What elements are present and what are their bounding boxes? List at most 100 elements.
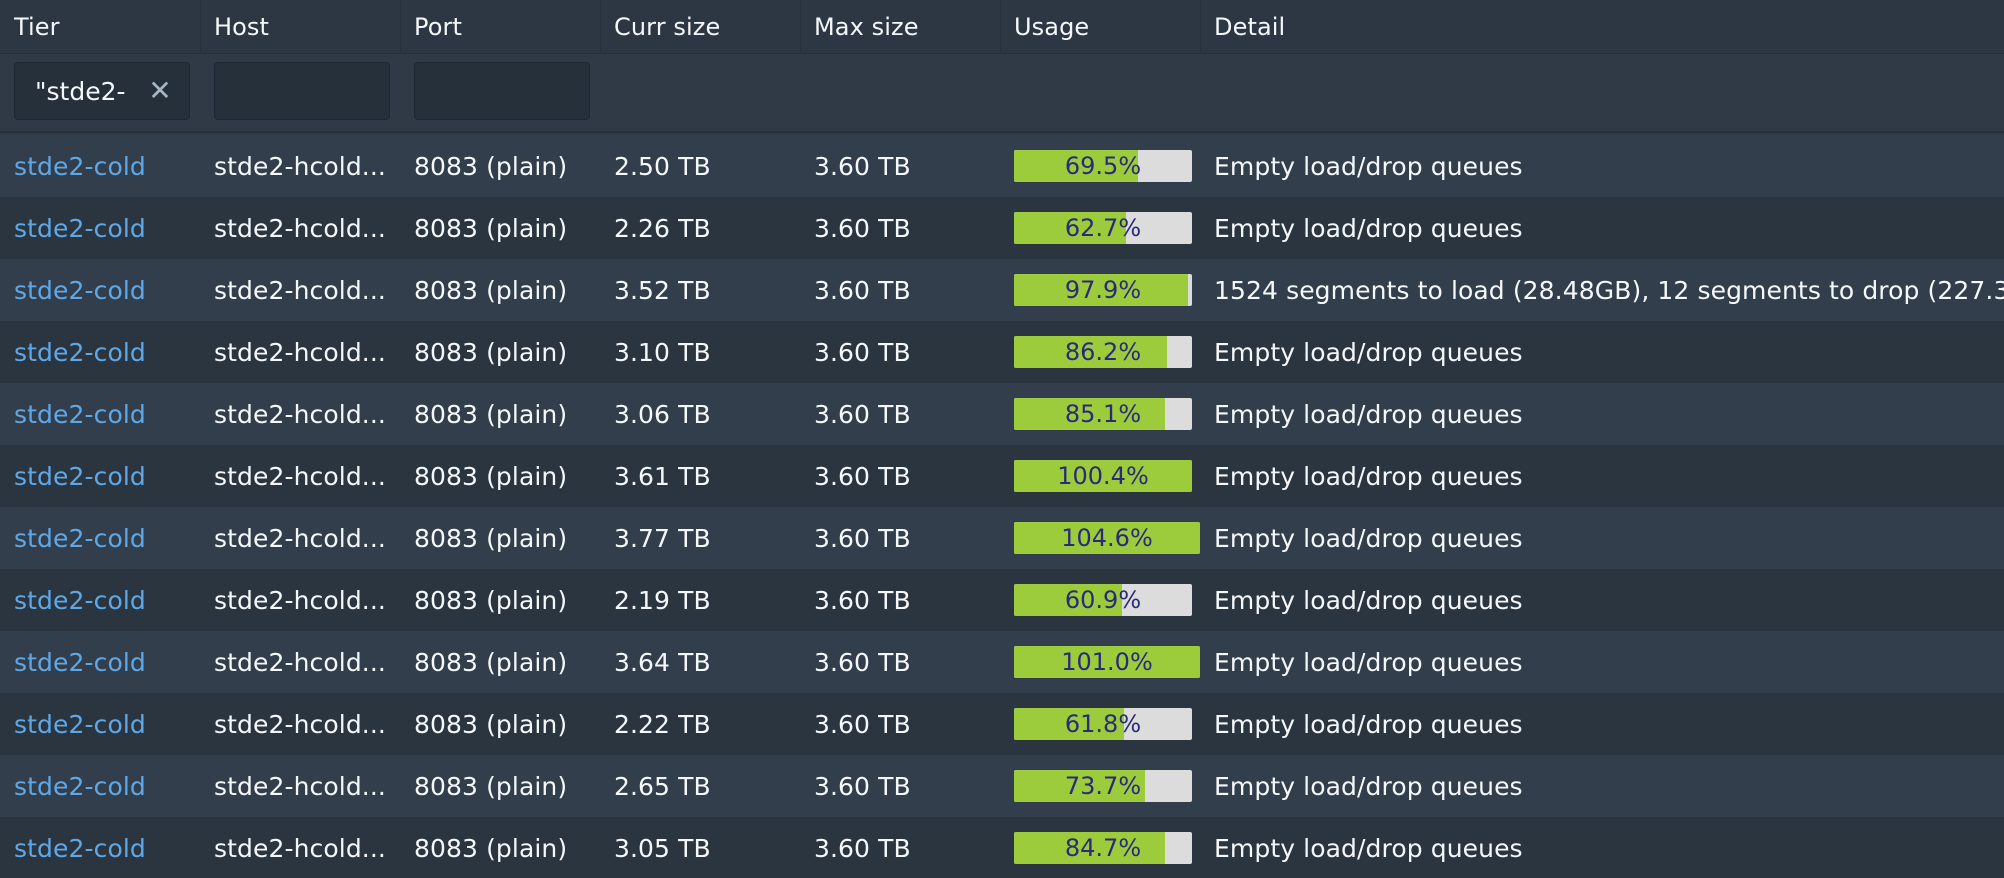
curr-size-cell-text: 2.22 TB <box>614 709 711 739</box>
port-cell: 8083 (plain) <box>414 197 600 259</box>
usage-bar: 69.5% <box>1014 150 1192 182</box>
tier-link[interactable]: stde2-cold <box>14 259 200 321</box>
column-resizer[interactable] <box>200 0 201 54</box>
usage-percent: 104.6% <box>1061 524 1153 552</box>
usage-bar: 62.7% <box>1014 212 1192 244</box>
tier-link-text[interactable]: stde2-cold <box>14 462 146 491</box>
curr-size-cell-text: 3.06 TB <box>614 399 711 429</box>
column-header-usage[interactable]: Usage <box>1014 0 1200 53</box>
max-size-cell-text: 3.60 TB <box>814 213 911 243</box>
tier-link[interactable]: stde2-cold <box>14 445 200 507</box>
detail-cell: Empty load/drop queues <box>1214 135 2004 197</box>
curr-size-cell: 2.65 TB <box>614 755 800 817</box>
tier-link-text[interactable]: stde2-cold <box>14 648 146 677</box>
port-cell: 8083 (plain) <box>414 383 600 445</box>
usage-bar: 86.2% <box>1014 336 1192 368</box>
tier-link[interactable]: stde2-cold <box>14 383 200 445</box>
table-row: stde2-cold stde2-hcold... 8083 (plain) 3.52… <box>0 259 2004 321</box>
tier-link[interactable]: stde2-cold <box>14 321 200 383</box>
usage-bar: 97.9% <box>1014 274 1192 306</box>
tier-link-text[interactable]: stde2-cold <box>14 834 146 863</box>
tier-link-text[interactable]: stde2-cold <box>14 710 146 739</box>
tier-filter-value[interactable]: "stde2- <box>35 63 126 119</box>
tier-link-text[interactable]: stde2-cold <box>14 586 146 615</box>
detail-cell-text: Empty load/drop queues <box>1214 585 1523 615</box>
host-cell-text: stde2-hcold... <box>214 213 386 243</box>
tier-link[interactable]: stde2-cold <box>14 507 200 569</box>
tier-link-text[interactable]: stde2-cold <box>14 276 146 305</box>
column-resizer[interactable] <box>1000 0 1001 54</box>
curr-size-cell: 2.26 TB <box>614 197 800 259</box>
usage-percent: 101.0% <box>1061 648 1153 676</box>
column-resizer[interactable] <box>800 0 801 54</box>
detail-cell-text: Empty load/drop queues <box>1214 523 1523 553</box>
column-header-curr-size[interactable]: Curr size <box>614 0 800 53</box>
host-filter-input[interactable] <box>214 62 390 120</box>
table-row: stde2-cold stde2-hcold... 8083 (plain) 3.77… <box>0 507 2004 569</box>
tier-link-text[interactable]: stde2-cold <box>14 772 146 801</box>
column-header-detail[interactable]: Detail <box>1214 0 2004 53</box>
close-icon[interactable]: ✕ <box>147 77 173 105</box>
usage-percent: 73.7% <box>1064 772 1142 800</box>
tier-link[interactable]: stde2-cold <box>14 755 200 817</box>
port-cell-text: 8083 (plain) <box>414 585 568 615</box>
usage-bar: 101.0% <box>1014 646 1200 678</box>
detail-cell: Empty load/drop queues <box>1214 197 2004 259</box>
tier-link[interactable]: stde2-cold <box>14 135 200 197</box>
table-header: Tier Host Port Curr size Max size Usage … <box>0 0 2004 54</box>
host-cell-text: stde2-hcold... <box>214 709 386 739</box>
usage-bar: 73.7% <box>1014 770 1192 802</box>
host-cell-text: stde2-hcold... <box>214 833 386 863</box>
port-cell: 8083 (plain) <box>414 507 600 569</box>
port-cell: 8083 (plain) <box>414 693 600 755</box>
tier-link-text[interactable]: stde2-cold <box>14 214 146 243</box>
usage-percent: 86.2% <box>1064 338 1142 366</box>
max-size-cell-text: 3.60 TB <box>814 709 911 739</box>
tier-link[interactable]: stde2-cold <box>14 817 200 878</box>
max-size-cell: 3.60 TB <box>814 569 1000 631</box>
column-header-tier[interactable]: Tier <box>14 0 200 53</box>
host-cell-text: stde2-hcold... <box>214 771 386 801</box>
curr-size-cell: 2.50 TB <box>614 135 800 197</box>
detail-cell: 1524 segments to load (28.48GB), 12 segm… <box>1214 259 2004 321</box>
table-row: stde2-cold stde2-hcold... 8083 (plain) 3.64… <box>0 631 2004 693</box>
detail-cell-text: Empty load/drop queues <box>1214 151 1523 181</box>
port-cell-text: 8083 (plain) <box>414 647 568 677</box>
port-cell: 8083 (plain) <box>414 817 600 878</box>
detail-cell-text: Empty load/drop queues <box>1214 337 1523 367</box>
column-header-max-size[interactable]: Max size <box>814 0 1000 53</box>
tier-filter-input[interactable]: "stde2- ✕ <box>14 62 190 120</box>
column-resizer[interactable] <box>600 0 601 54</box>
curr-size-cell: 3.61 TB <box>614 445 800 507</box>
curr-size-cell-text: 3.61 TB <box>614 461 711 491</box>
port-filter-input[interactable] <box>414 62 590 120</box>
tier-link[interactable]: stde2-cold <box>14 693 200 755</box>
curr-size-cell-text: 2.50 TB <box>614 151 711 181</box>
host-cell-text: stde2-hcold... <box>214 151 386 181</box>
port-cell: 8083 (plain) <box>414 631 600 693</box>
curr-size-cell: 3.10 TB <box>614 321 800 383</box>
host-cell: stde2-hcold... <box>214 755 400 817</box>
tier-link[interactable]: stde2-cold <box>14 569 200 631</box>
column-resizer[interactable] <box>1200 0 1201 54</box>
detail-cell: Empty load/drop queues <box>1214 631 2004 693</box>
curr-size-cell: 2.22 TB <box>614 693 800 755</box>
tier-link-text[interactable]: stde2-cold <box>14 152 146 181</box>
curr-size-cell-text: 2.26 TB <box>614 213 711 243</box>
host-cell-text: stde2-hcold... <box>214 585 386 615</box>
tier-link-text[interactable]: stde2-cold <box>14 338 146 367</box>
max-size-cell-text: 3.60 TB <box>814 151 911 181</box>
column-header-host[interactable]: Host <box>214 0 400 53</box>
tier-link[interactable]: stde2-cold <box>14 197 200 259</box>
column-header-port[interactable]: Port <box>414 0 600 53</box>
usage-bar: 104.6% <box>1014 522 1200 554</box>
tier-link[interactable]: stde2-cold <box>14 631 200 693</box>
port-cell-text: 8083 (plain) <box>414 337 568 367</box>
column-resizer[interactable] <box>400 0 401 54</box>
detail-cell: Empty load/drop queues <box>1214 693 2004 755</box>
servers-table: Tier Host Port Curr size Max size Usage … <box>0 0 2004 878</box>
port-cell: 8083 (plain) <box>414 321 600 383</box>
tier-link-text[interactable]: stde2-cold <box>14 524 146 553</box>
host-cell: stde2-hcold... <box>214 321 400 383</box>
tier-link-text[interactable]: stde2-cold <box>14 400 146 429</box>
